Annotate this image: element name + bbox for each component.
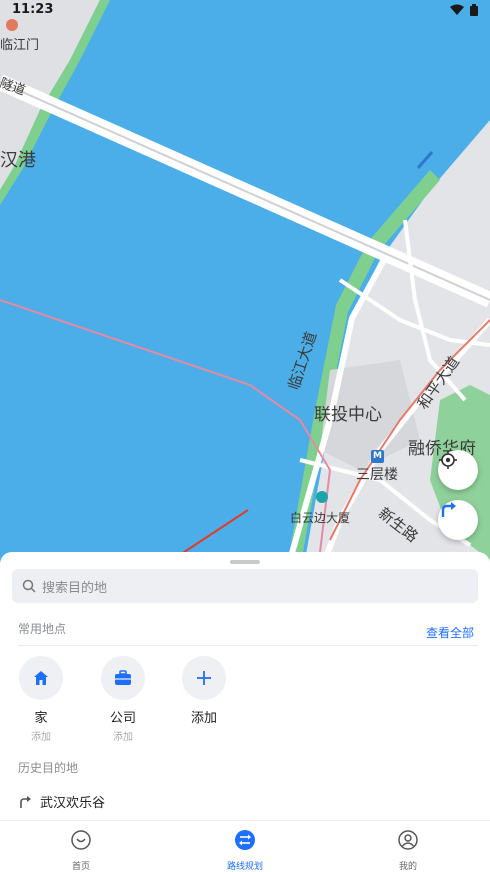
tab-home[interactable]: 首页 <box>41 829 121 872</box>
locate-icon <box>439 451 457 469</box>
history-item-label: 武汉欢乐谷 <box>40 796 106 811</box>
tab-home-label: 首页 <box>71 862 90 872</box>
locate-button[interactable] <box>438 450 478 490</box>
plus-icon <box>197 671 211 685</box>
history-item[interactable]: 武汉欢乐谷 <box>18 792 105 811</box>
profile-tab-icon <box>398 830 418 850</box>
history-title: 历史目的地 <box>18 761 79 775</box>
place-add[interactable]: 添加 <box>174 656 234 726</box>
place-home-sub: 添加 <box>31 732 51 743</box>
view-all-link[interactable]: 查看全部 <box>426 624 474 641</box>
home-tab-icon <box>71 830 91 850</box>
map-label-liantou-center[interactable]: 联投中心 <box>314 400 382 425</box>
navigate-button[interactable] <box>438 500 478 540</box>
search-placeholder: 搜索目的地 <box>42 580 108 596</box>
place-home[interactable]: 家 添加 <box>11 656 71 743</box>
briefcase-icon-wrap <box>101 656 145 700</box>
status-icons <box>450 4 478 16</box>
tab-profile[interactable]: 我的 <box>368 829 448 872</box>
place-add-label: 添加 <box>190 711 217 726</box>
route-tab-icon <box>235 830 255 850</box>
plus-icon-wrap <box>182 656 226 700</box>
search-input[interactable]: 搜索目的地 <box>12 569 478 603</box>
metro-station-icon[interactable]: M <box>371 450 384 463</box>
metro-line <box>0 299 332 553</box>
route-arrow-icon <box>20 795 31 808</box>
water-marker <box>416 151 434 169</box>
sheet-drag-handle[interactable] <box>230 560 260 564</box>
place-company-sub: 添加 <box>113 732 133 743</box>
status-bar: 11:23 <box>0 0 490 24</box>
place-company-label: 公司 <box>109 711 136 726</box>
search-icon <box>22 579 36 593</box>
place-home-label: 家 <box>34 711 48 726</box>
common-places-title: 常用地点 <box>18 622 67 636</box>
map-label-baiyunbian-building[interactable]: 白云边大厦 <box>290 509 350 526</box>
map-label-sancenglou[interactable]: 三层楼 <box>356 464 398 484</box>
wifi-icon <box>450 4 464 15</box>
turn-arrow-icon <box>441 502 456 517</box>
tab-route-planning[interactable]: 路线规划 <box>205 829 285 872</box>
place-company[interactable]: 公司 添加 <box>93 656 153 743</box>
map-label-hanjiang-port: 汉港 <box>0 150 36 171</box>
poi-marker-building[interactable] <box>316 491 328 503</box>
briefcase-icon <box>115 670 131 685</box>
home-icon <box>34 671 48 685</box>
map-label-linjiang-gate[interactable]: 临江门 <box>0 34 39 53</box>
divider <box>18 645 478 646</box>
home-icon-wrap <box>19 656 63 700</box>
status-time: 11:23 <box>12 2 54 17</box>
battery-icon <box>470 4 478 16</box>
tab-route-planning-label: 路线规划 <box>226 862 263 872</box>
bottom-tab-bar: 首页 路线规划 我的 <box>0 820 490 872</box>
tab-profile-label: 我的 <box>398 862 417 872</box>
